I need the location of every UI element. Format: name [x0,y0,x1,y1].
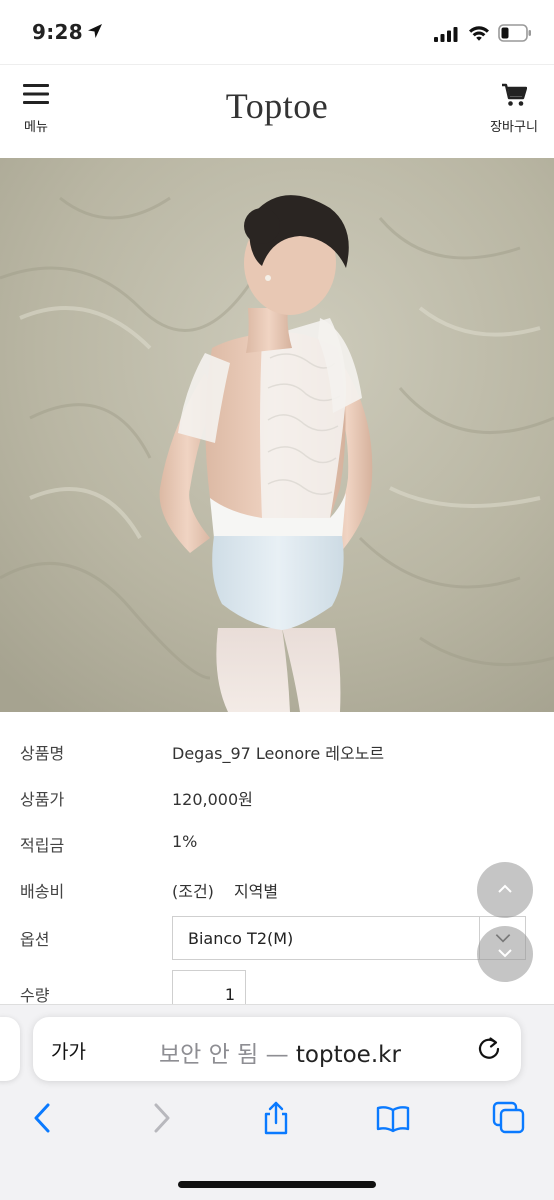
chevron-up-icon [498,884,512,893]
shipping-condition: (조건) [172,882,214,901]
shipping-row: 배송비 (조건) 지역별 [0,874,554,904]
wifi-icon [469,26,489,41]
quantity-label: 수량 [20,986,50,1004]
quantity-value: 1 [224,985,235,1004]
option-label: 옵션 [20,930,50,949]
product-name-value: Degas_97 Leonore 레오노르 [172,744,385,763]
cellular-signal-icon [434,27,458,42]
share-icon[interactable] [259,1101,293,1135]
cart-button[interactable]: 장바구니 [488,83,540,141]
bookmarks-icon[interactable] [376,1101,410,1135]
option-select[interactable]: Bianco T2(M) [172,916,526,960]
home-indicator [178,1181,376,1188]
reward-points-value: 1% [172,832,198,851]
product-price-row: 상품가 120,000원 [0,782,554,812]
product-price-label: 상품가 [20,790,65,809]
product-info: 상품명 Degas_97 Leonore 레오노르 상품가 120,000원 적… [0,712,554,1004]
reload-icon[interactable] [475,1035,503,1063]
product-photo-illustration [0,158,554,712]
product-price-value: 120,000원 [172,790,253,809]
quantity-input[interactable]: 1 [172,970,246,1004]
chevron-down-icon [498,949,512,958]
address-bar[interactable]: 가가 보안 안 됨 — toptoe.kr [33,1017,521,1081]
domain-text: toptoe.kr [295,1042,401,1068]
battery-low-icon [498,24,531,42]
option-selected-value: Bianco T2(M) [188,929,294,948]
brand-logo[interactable]: Toptoe [0,85,554,127]
reward-points-row: 적립금 1% [0,828,554,858]
site-header: 메뉴 Toptoe 장바구니 [0,64,554,158]
reward-points-label: 적립금 [20,836,65,855]
quantity-row: 수량 [0,978,554,1004]
shipping-value: (조건) 지역별 [172,878,278,902]
scroll-top-button[interactable] [477,862,533,918]
previous-tab-preview[interactable] [0,1017,20,1081]
back-icon[interactable] [26,1101,60,1135]
status-bar: 9:28 [0,0,554,64]
location-arrow-icon [88,24,102,38]
forward-icon[interactable] [144,1101,178,1135]
product-name-label: 상품명 [20,744,65,763]
insecure-label: 보안 안 됨 — [159,1042,289,1068]
product-photo [0,158,554,712]
shipping-label: 배송비 [20,882,65,901]
text-size-button[interactable]: 가가 [51,1037,86,1064]
address-text[interactable]: 보안 안 됨 — toptoe.kr [159,1035,401,1069]
cart-label: 장바구니 [490,120,538,135]
browser-bottom-bar: 가가 보안 안 됨 — toptoe.kr [0,1004,554,1200]
product-name-row: 상품명 Degas_97 Leonore 레오노르 [0,736,554,766]
shopping-cart-icon [502,83,527,106]
shipping-area: 지역별 [233,882,279,901]
scroll-bottom-button[interactable] [477,926,533,982]
tabs-icon[interactable] [492,1101,526,1135]
status-time: 9:28 [32,20,83,44]
